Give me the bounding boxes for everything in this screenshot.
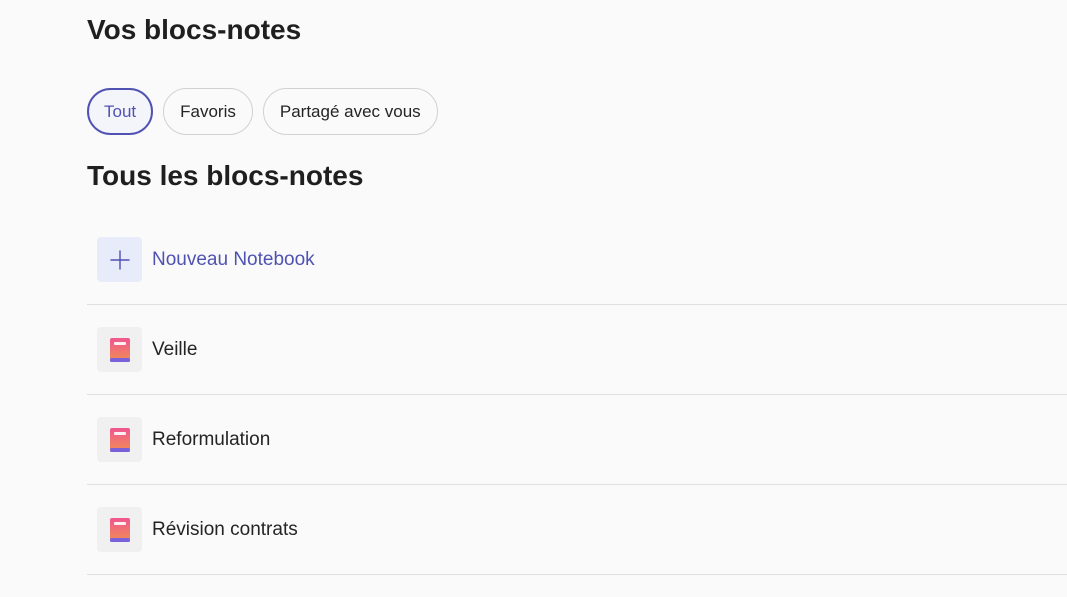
notebook-icon	[97, 507, 142, 552]
filter-chips: Tout Favoris Partagé avec vous	[87, 88, 438, 135]
plus-icon	[97, 237, 142, 282]
new-notebook-label: Nouveau Notebook	[152, 248, 315, 270]
section-title: Tous les blocs-notes	[87, 160, 364, 191]
notebook-list: Nouveau Notebook Veille Reformulation Ré…	[87, 215, 1067, 575]
notebook-item-reformulation[interactable]: Reformulation	[87, 395, 1067, 485]
notebook-icon	[97, 327, 142, 372]
filter-chip-all[interactable]: Tout	[87, 88, 154, 135]
notebook-icon	[97, 417, 142, 462]
notebooks-page: Vos blocs-notes Tout Favoris Partagé ave…	[0, 0, 1067, 597]
notebook-label: Veille	[152, 338, 198, 360]
notebook-label: Reformulation	[152, 428, 271, 450]
filter-chip-favorites[interactable]: Favoris	[163, 88, 253, 135]
notebook-item-revision-contrats[interactable]: Révision contrats	[87, 485, 1067, 575]
notebook-label: Révision contrats	[152, 518, 298, 540]
notebook-item-veille[interactable]: Veille	[87, 305, 1067, 395]
page-title: Vos blocs-notes	[87, 14, 302, 45]
new-notebook-button[interactable]: Nouveau Notebook	[87, 215, 1067, 305]
filter-chip-shared[interactable]: Partagé avec vous	[262, 88, 438, 135]
